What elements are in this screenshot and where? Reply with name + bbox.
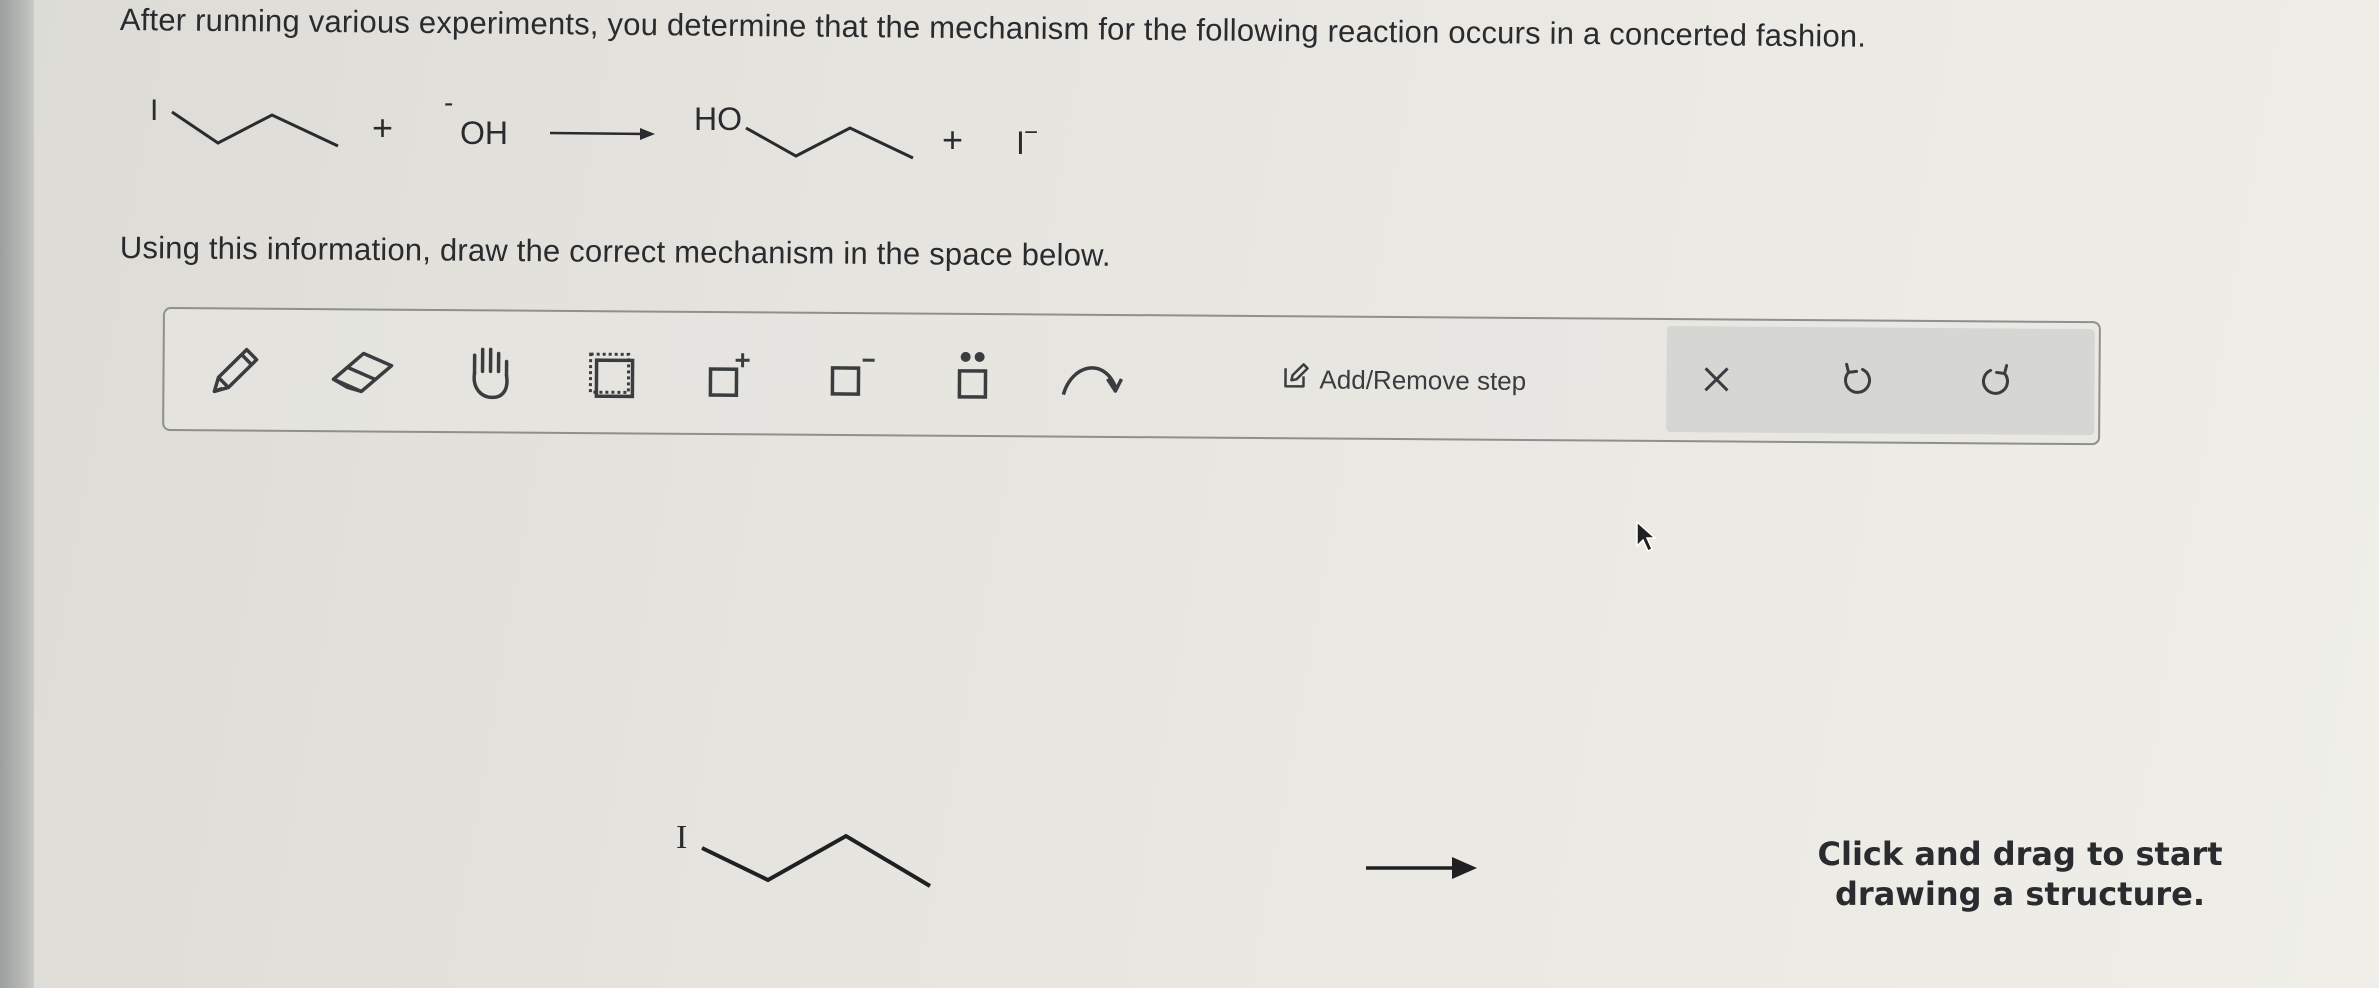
mouse-cursor-icon [1636, 520, 1657, 553]
canvas-propyl-chain [701, 833, 932, 888]
canvas-arrow-head [1452, 857, 1477, 879]
canvas-iodine-atom: I [676, 819, 687, 856]
canvas-hint: Click and drag to start drawing a struct… [1817, 835, 2223, 913]
